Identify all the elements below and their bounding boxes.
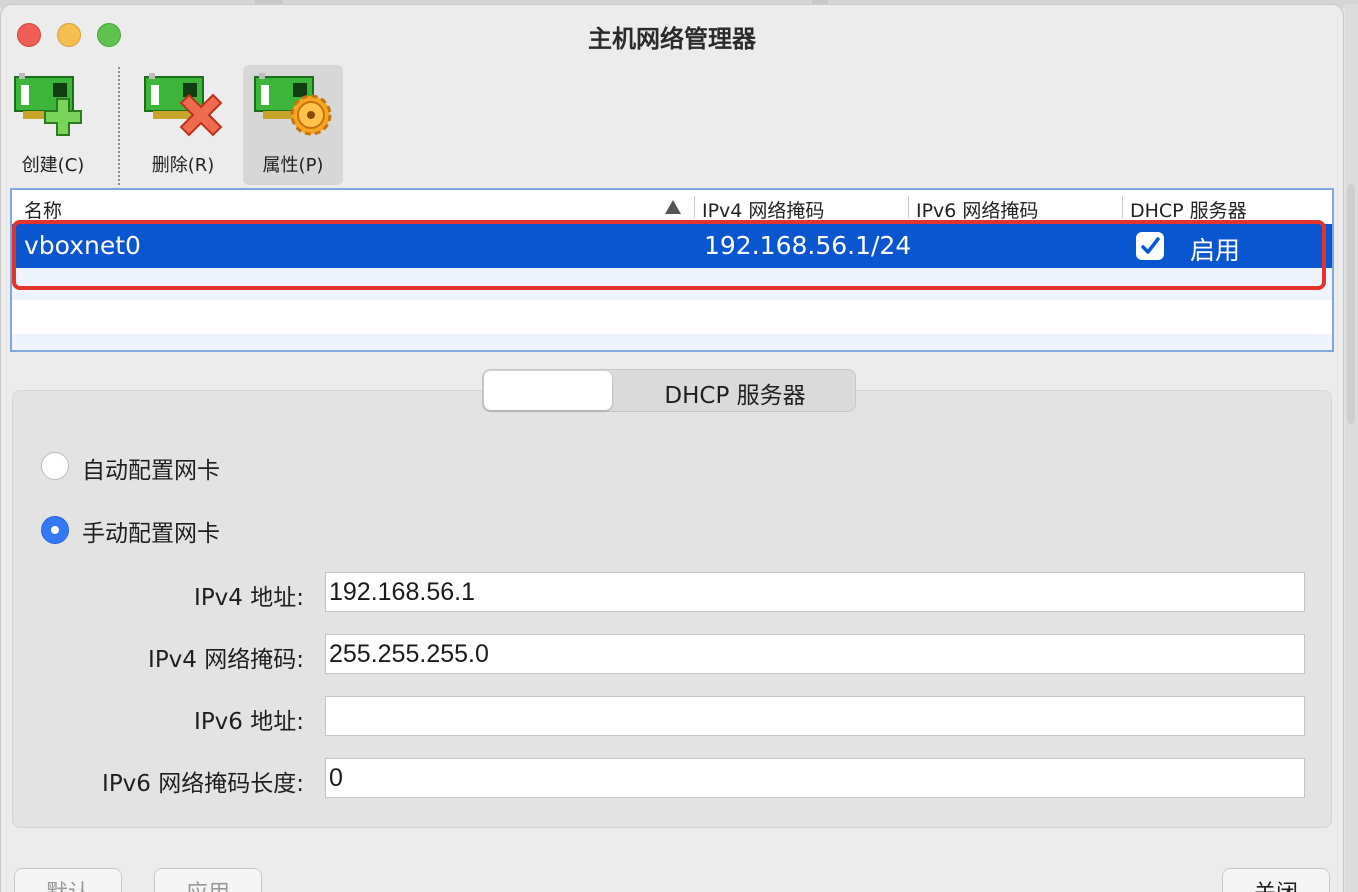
delete-button[interactable]: 删除(R) [133, 65, 233, 185]
column-header-dhcp[interactable]: DHCP 服务器 [1130, 196, 1247, 223]
reset-button[interactable]: 默认 [14, 868, 122, 892]
ipv4-mask-label: IPv4 网络掩码: [148, 647, 304, 673]
ipv6-address-label: IPv6 地址: [194, 709, 304, 735]
network-card-properties-icon [254, 73, 332, 136]
ipv6-prefix-length-label: IPv6 网络掩码长度: [102, 771, 304, 797]
window-title: 主机网络管理器 [588, 25, 756, 53]
column-header-ipv4-mask[interactable]: IPv4 网络掩码 [702, 196, 824, 223]
toolbar-separator [118, 67, 120, 185]
network-card-add-icon [14, 73, 82, 136]
title-bar: 主机网络管理器 [1, 5, 1343, 61]
ipv4-address-label: IPv4 地址: [194, 585, 304, 611]
sort-ascending-icon [665, 200, 681, 214]
column-header-ipv6-mask[interactable]: IPv6 网络掩码 [916, 196, 1038, 223]
list-header: 名称 IPv4 网络掩码 IPv6 网络掩码 DHCP 服务器 [12, 190, 1332, 223]
properties-button[interactable]: 属性(P) [243, 65, 343, 185]
manual-config-label: 手动配置网卡 [82, 521, 220, 547]
properties-label: 属性(P) [262, 155, 324, 176]
empty-row [12, 334, 1332, 350]
manual-config-radio[interactable] [41, 516, 69, 544]
tab-dhcp-server[interactable]: DHCP 服务器 [613, 376, 857, 410]
auto-config-label: 自动配置网卡 [82, 458, 220, 484]
ipv4-address-input[interactable]: 192.168.56.1 [325, 572, 1305, 612]
apply-button[interactable]: 应用 [154, 868, 262, 892]
close-button[interactable]: 关闭 [1222, 868, 1330, 892]
column-header-name[interactable]: 名称 [24, 196, 62, 223]
ipv6-prefix-length-input[interactable]: 0 [325, 758, 1305, 798]
tab-bar: DHCP 服务器 [482, 369, 856, 412]
ipv4-mask-input[interactable]: 255.255.255.0 [325, 634, 1305, 674]
background-window-edge [1345, 4, 1358, 892]
annotation-highlight-box [12, 220, 1326, 290]
network-card-remove-icon [144, 73, 223, 137]
tab-adapter[interactable] [484, 371, 612, 410]
toolbar: 创建(C) 删除(R) 属性(P) [1, 61, 1343, 189]
create-button[interactable]: 创建(C) [3, 65, 103, 185]
create-label: 创建(C) [21, 155, 85, 176]
delete-label: 删除(R) [151, 155, 215, 176]
ipv6-address-input[interactable] [325, 696, 1305, 736]
auto-config-radio[interactable] [41, 452, 69, 480]
